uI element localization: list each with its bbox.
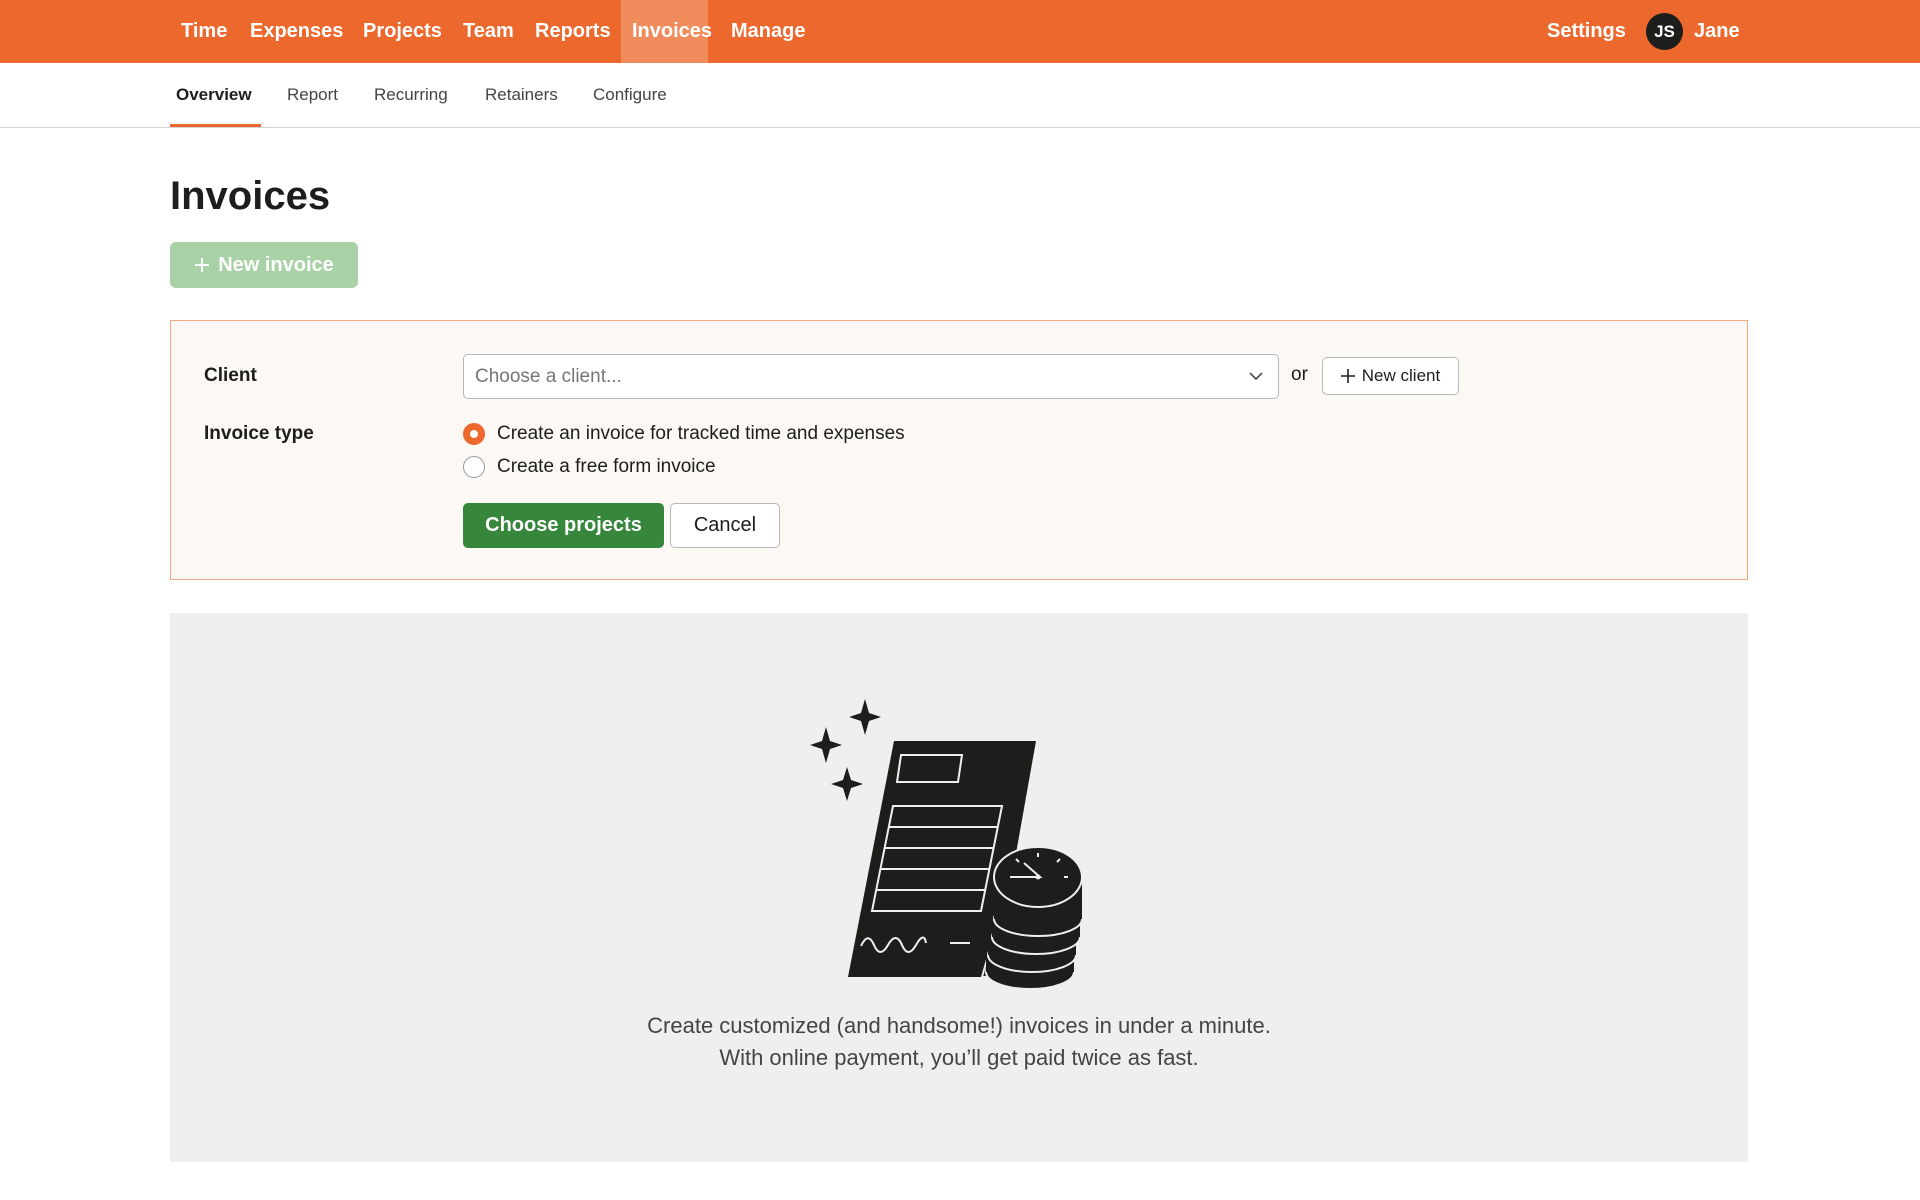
empty-state: Create customized (and handsome!) invoic… [170, 613, 1748, 1162]
invoice-illustration [810, 699, 1083, 990]
nav-team[interactable]: Team [452, 0, 525, 63]
client-label: Client [204, 365, 257, 386]
nav-expenses[interactable]: Expenses [239, 0, 354, 63]
nav-time[interactable]: Time [170, 0, 238, 63]
nav-manage[interactable]: Manage [720, 0, 816, 63]
plus-icon [195, 258, 210, 272]
new-invoice-form: Client Choose a client... or New client … [170, 320, 1748, 580]
empty-state-text-1: Create customized (and handsome!) invoic… [647, 1013, 1271, 1038]
chevron-down-icon [1249, 372, 1263, 381]
new-invoice-label: New invoice [218, 253, 334, 276]
nav-invoices[interactable]: Invoices [621, 0, 712, 63]
radio-unchecked[interactable] [463, 456, 485, 478]
tab-retainers[interactable]: Retainers [485, 63, 558, 127]
new-client-label: New client [1361, 366, 1441, 385]
radio-free-form-label: Create a free form invoice [497, 456, 716, 477]
radio-free-form[interactable]: Create a free form invoice [463, 455, 716, 479]
top-nav: Time Expenses Projects Team Reports Invo… [0, 0, 1920, 63]
radio-tracked-time[interactable]: Create an invoice for tracked time and e… [463, 422, 905, 446]
tab-overview[interactable]: Overview [176, 63, 252, 127]
sub-nav: Overview Report Recurring Retainers Conf… [0, 63, 1920, 128]
tab-configure[interactable]: Configure [593, 63, 667, 127]
tab-report[interactable]: Report [287, 63, 338, 127]
nav-reports[interactable]: Reports [524, 0, 622, 63]
nav-projects[interactable]: Projects [352, 0, 453, 63]
page-title: Invoices [170, 174, 331, 218]
tab-recurring[interactable]: Recurring [374, 63, 448, 127]
or-separator: or [1291, 364, 1308, 385]
radio-tracked-time-label: Create an invoice for tracked time and e… [497, 423, 905, 444]
client-select-placeholder: Choose a client... [475, 366, 622, 387]
cancel-button[interactable]: Cancel [670, 503, 780, 548]
avatar[interactable]: JS [1646, 13, 1683, 50]
empty-state-text-2: With online payment, you’ll get paid twi… [719, 1045, 1199, 1070]
coin-stack-icon [985, 846, 1083, 990]
user-name[interactable]: Jane [1683, 0, 1751, 63]
invoice-type-label: Invoice type [204, 423, 314, 444]
choose-projects-button[interactable]: Choose projects [463, 503, 664, 548]
plus-icon [1340, 369, 1355, 383]
sparkle-icon [810, 699, 881, 801]
nav-settings[interactable]: Settings [1536, 0, 1637, 63]
new-invoice-button[interactable]: New invoice [170, 242, 358, 288]
active-tab-indicator [170, 124, 261, 127]
client-select[interactable]: Choose a client... [463, 354, 1279, 399]
radio-checked[interactable] [463, 423, 485, 445]
new-client-button[interactable]: New client [1322, 357, 1459, 395]
